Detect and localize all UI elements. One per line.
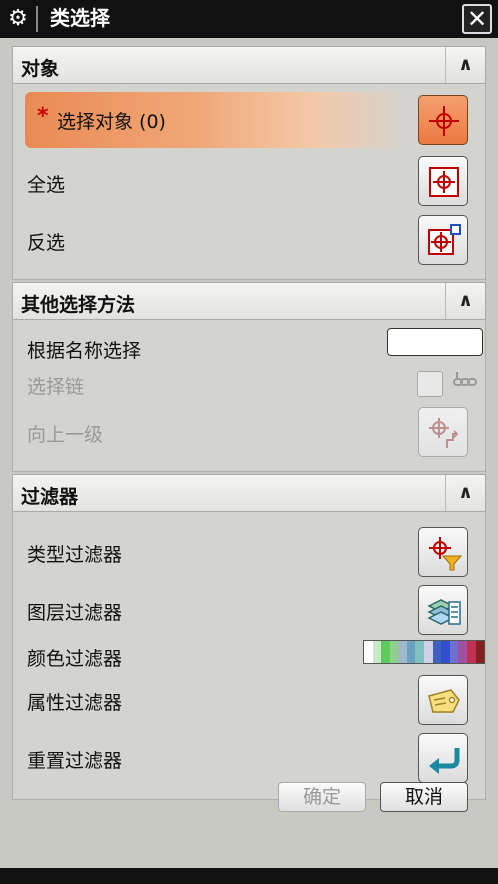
crosshair-icon	[429, 106, 459, 136]
section-body-object: * 选择对象 (0) 全选 反选	[12, 84, 486, 280]
palette-swatch[interactable]	[466, 641, 476, 663]
select-all-icon	[429, 167, 459, 197]
palette-swatch[interactable]	[424, 641, 433, 663]
palette-swatch[interactable]	[364, 641, 373, 663]
section-header-other[interactable]: 其他选择方法 ∧	[12, 282, 486, 320]
palette-swatch[interactable]	[432, 641, 442, 663]
section-header-object[interactable]: 对象 ∧	[12, 46, 486, 84]
select-all-label: 全选	[27, 174, 66, 196]
palette-swatch[interactable]	[475, 641, 485, 663]
palette-swatch[interactable]	[389, 641, 399, 663]
palette-swatch[interactable]	[406, 641, 416, 663]
palette-swatch[interactable]	[372, 641, 382, 663]
name-input[interactable]	[387, 328, 483, 356]
section-body-filters: 类型过滤器 图层过滤器 颜色过滤器 属性过滤器 重置过滤器	[12, 512, 486, 800]
type-filter-button[interactable]	[418, 527, 468, 577]
section-title-other: 其他选择方法	[21, 294, 136, 316]
layer-filter-label: 图层过滤器	[27, 602, 123, 624]
palette-swatch[interactable]	[441, 641, 450, 663]
cancel-button[interactable]: 取消	[380, 782, 468, 812]
section-header-filters[interactable]: 过滤器 ∧	[12, 474, 486, 512]
palette-swatch[interactable]	[449, 641, 459, 663]
select-object-label: 选择对象 (0)	[57, 111, 166, 133]
up-one-level-label: 向上一级	[27, 424, 104, 446]
by-name-label: 根据名称选择	[27, 340, 142, 362]
invert-selection-label: 反选	[27, 232, 66, 254]
attribute-filter-button[interactable]	[418, 675, 468, 725]
palette-swatch[interactable]	[415, 641, 425, 663]
ok-button[interactable]: 确定	[278, 782, 366, 812]
collapse-other-button[interactable]: ∧	[445, 283, 485, 319]
attribute-tag-icon	[428, 689, 460, 713]
up-level-icon	[429, 418, 459, 448]
chain-icon	[453, 372, 477, 386]
invert-selection-icon	[428, 224, 461, 255]
section-title-filters: 过滤器	[21, 486, 79, 508]
layer-filter-icon	[427, 599, 461, 625]
collapse-object-button[interactable]: ∧	[445, 47, 485, 83]
section-body-other: 根据名称选择 选择链 向上一级	[12, 320, 486, 472]
color-filter-label: 颜色过滤器	[27, 648, 123, 670]
close-button[interactable]: ✕	[462, 4, 492, 34]
bottom-border	[0, 868, 498, 884]
type-filter-label: 类型过滤器	[27, 544, 123, 566]
palette-swatch[interactable]	[398, 641, 407, 663]
attribute-filter-label: 属性过滤器	[27, 692, 123, 714]
reset-filter-button[interactable]	[418, 733, 468, 783]
select-object-button[interactable]	[418, 95, 468, 145]
palette-swatch[interactable]	[381, 641, 390, 663]
layer-filter-button[interactable]	[418, 585, 468, 635]
invert-selection-button[interactable]	[418, 215, 468, 265]
reset-filter-label: 重置过滤器	[27, 750, 123, 772]
required-star: *	[37, 104, 49, 129]
type-filter-icon	[429, 537, 463, 571]
gear-icon[interactable]: ⚙	[6, 7, 30, 31]
window-title: 类选择	[50, 6, 110, 30]
select-chain-label: 选择链	[27, 376, 85, 398]
color-filter-palette[interactable]	[363, 640, 485, 664]
select-all-button[interactable]	[418, 156, 468, 206]
up-one-level-button[interactable]	[418, 407, 468, 457]
section-title-object: 对象	[21, 58, 60, 80]
select-object-row[interactable]: * 选择对象 (0)	[25, 92, 409, 148]
title-bar: ⚙ 类选择 ✕	[0, 0, 498, 38]
collapse-filters-button[interactable]: ∧	[445, 475, 485, 511]
palette-swatch[interactable]	[458, 641, 467, 663]
title-separator	[36, 6, 38, 32]
reset-arrow-icon	[429, 748, 460, 774]
select-chain-checkbox[interactable]	[417, 371, 443, 397]
